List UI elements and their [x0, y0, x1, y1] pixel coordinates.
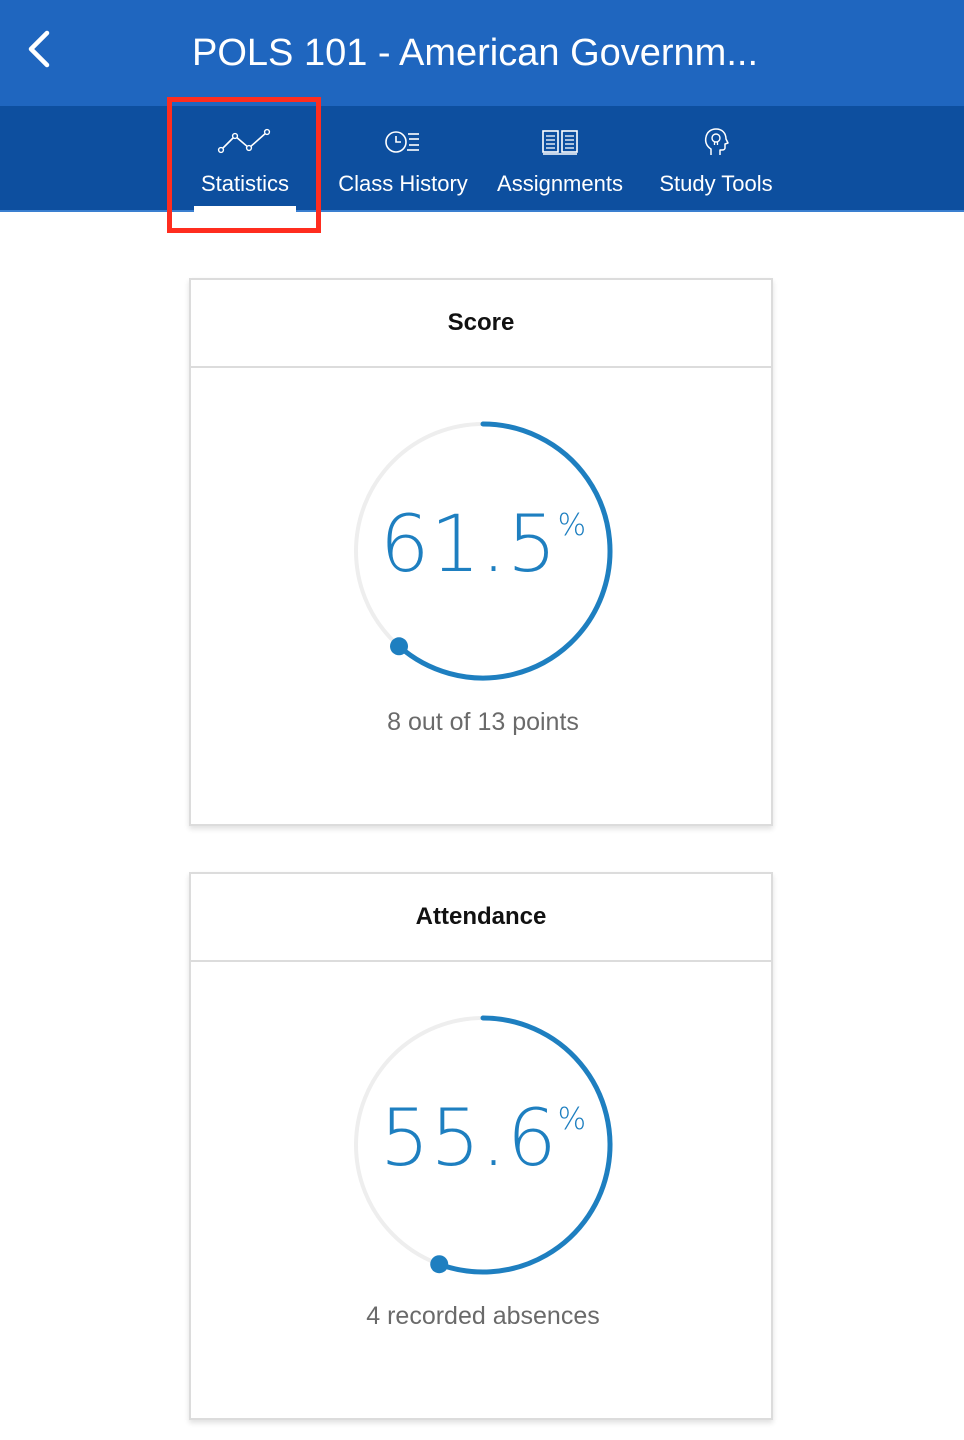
back-button[interactable] [14, 22, 64, 76]
score-number: 61.5 [379, 500, 558, 590]
attendance-value: 55.6% [191, 1094, 775, 1184]
card-header: Score [191, 280, 771, 368]
tab-label: Assignments [497, 171, 623, 196]
app-header: POLS 101 - American Governm... [0, 0, 964, 106]
page-title: POLS 101 - American Governm... [192, 32, 759, 74]
app-screen: POLS 101 - American Governm... Statistic… [0, 0, 964, 1440]
gauge-progress-dot [390, 637, 409, 656]
tab-class-history[interactable]: Class History [332, 106, 474, 212]
tab-bar: Statistics Class History Assignments Stu… [0, 106, 964, 212]
card-title: Attendance [415, 903, 547, 930]
score-card: Score 61.5% 8 out of 13 points [189, 278, 773, 826]
lightbulb-head-icon [704, 128, 729, 155]
score-caption: 8 out of 13 points [387, 708, 579, 736]
score-value: 61.5% [191, 500, 775, 590]
card-title: Score [447, 309, 515, 336]
clock-list-icon [385, 131, 419, 153]
card-header: Attendance [191, 874, 771, 962]
attendance-caption: 4 recorded absences [366, 1302, 600, 1330]
tab-label: Statistics [200, 171, 290, 196]
tab-label: Class History [338, 171, 468, 196]
attendance-card: Attendance 55.6% 4 recorded absences [189, 872, 773, 1420]
gauge-progress-dot [430, 1255, 449, 1274]
tab-assignments[interactable]: Assignments [490, 106, 630, 212]
tab-statistics[interactable]: Statistics [190, 106, 300, 212]
open-book-icon [542, 130, 578, 155]
tab-label: Study Tools [659, 171, 773, 196]
tab-study-tools[interactable]: Study Tools [650, 106, 782, 212]
attendance-unit: % [557, 1102, 587, 1137]
chevron-left-icon [28, 30, 50, 68]
attendance-number: 55.6 [379, 1094, 558, 1184]
score-unit: % [557, 508, 587, 543]
line-chart-icon [217, 128, 271, 154]
selected-tab-indicator [194, 206, 296, 212]
